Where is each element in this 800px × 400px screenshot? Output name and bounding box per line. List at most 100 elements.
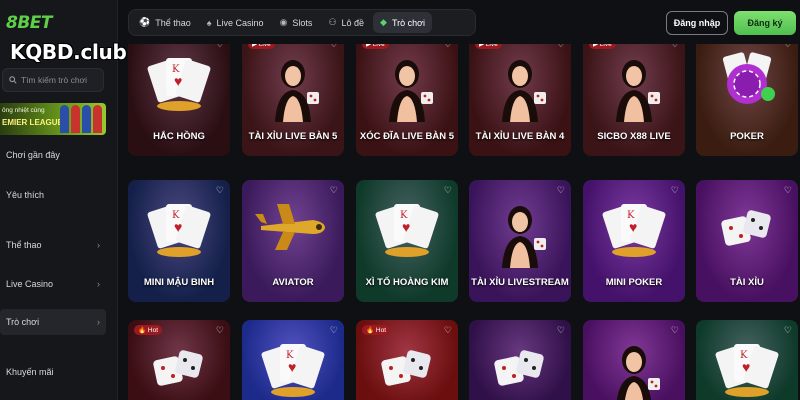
game-card[interactable]: K ♥ ♡ (242, 320, 344, 400)
game-artwork: K ♥ (599, 198, 669, 265)
game-artwork: K ♥ (712, 338, 782, 400)
game-card[interactable]: ♡ POKER (696, 44, 798, 156)
favorite-heart-icon[interactable]: ♡ (784, 44, 792, 50)
game-card[interactable]: K ♥ ♡ MINI MẬU BINH (128, 180, 230, 302)
favorite-heart-icon[interactable]: ♡ (671, 185, 679, 196)
search-input[interactable] (21, 75, 101, 85)
hot-badge: 🔥 Hot (134, 325, 163, 335)
promo-banner[interactable]: ông nhiệt cùng EMIER LEAGUE (0, 103, 106, 135)
tab-label: Live Casino (216, 17, 264, 28)
tab-live-casino[interactable]: ♠ Live Casino (200, 12, 271, 33)
brand-logo[interactable]: 8BET (6, 12, 53, 34)
tab-sports[interactable]: ⚽ Thể thao (132, 12, 198, 33)
sidebar-item-label: Yêu thích (6, 190, 45, 200)
live-badge: ▶ Live (475, 44, 502, 49)
game-title: TÀI XỈU LIVESTREAM (471, 277, 569, 288)
watermark-text: KQBD.club (10, 40, 127, 64)
sidebar-item-sports[interactable]: Thể thao › (0, 232, 106, 258)
logo-text: 8BET (6, 13, 53, 33)
favorite-heart-icon[interactable]: ♡ (671, 44, 679, 50)
game-title: MINI MẬU BINH (143, 277, 215, 288)
tab-lottery[interactable]: ⚇ Lô đề (321, 12, 371, 33)
game-artwork (604, 338, 664, 400)
game-title: XÌ TỐ HOÀNG KIM (365, 277, 449, 288)
favorite-heart-icon[interactable]: ♡ (216, 325, 224, 336)
game-artwork (490, 198, 550, 273)
lottery-icon: ⚇ (328, 17, 337, 27)
sidebar-nav: Chơi gần đây Yêu thích Thể thao › Live C… (0, 140, 106, 385)
svg-text:♥: ♥ (742, 359, 750, 375)
game-card[interactable]: ♡ (469, 320, 571, 400)
search-box[interactable] (2, 68, 104, 92)
favorite-heart-icon[interactable]: ♡ (330, 185, 338, 196)
game-card[interactable]: ▶ Live ♡ TÀI XỈU LIVE BÀN 5 (242, 44, 344, 156)
favorite-heart-icon[interactable]: ♡ (671, 325, 679, 336)
sidebar-item-recent[interactable]: Chơi gần đây (0, 142, 106, 168)
game-card[interactable]: K ♥ ♡ XÌ TỐ HOÀNG KIM (356, 180, 458, 302)
chevron-right-icon: › (97, 279, 100, 289)
game-title: POKER (730, 131, 764, 142)
svg-text:♥: ♥ (174, 219, 182, 235)
game-artwork (490, 52, 550, 127)
favorite-heart-icon[interactable]: ♡ (216, 185, 224, 196)
favorite-heart-icon[interactable]: ♡ (784, 185, 792, 196)
promo-players-image (60, 105, 102, 133)
game-card[interactable]: ♡ (583, 320, 685, 400)
game-card[interactable]: ▶ Live ♡ XÓC ĐĨA LIVE BÀN 5 (356, 44, 458, 156)
game-card[interactable]: ▶ Live ♡ TÀI XỈU LIVE BÀN 4 (469, 44, 571, 156)
favorite-heart-icon[interactable]: ♡ (557, 325, 565, 336)
game-artwork (377, 338, 437, 400)
favorite-heart-icon[interactable]: ♡ (444, 185, 452, 196)
game-card[interactable]: ♡ TÀI XỈU LIVESTREAM (469, 180, 571, 302)
game-card[interactable]: 🔥 Hot ♡ (128, 320, 230, 400)
soccer-icon: ⚽ (139, 17, 151, 27)
login-button[interactable]: Đăng nhập (666, 11, 728, 35)
game-card[interactable]: ▶ Live ♡ SICBO X88 LIVE (583, 44, 685, 156)
game-artwork (149, 338, 209, 400)
favorite-heart-icon[interactable]: ♡ (557, 44, 565, 50)
game-title: TÀI XỈU LIVE BÀN 4 (475, 131, 565, 142)
game-title: MINI POKER (605, 277, 663, 288)
sidebar-item-label: Chơi gần đây (6, 150, 60, 160)
game-card[interactable]: K ♥ ♡ MINI POKER (583, 180, 685, 302)
slots-icon: ◉ (279, 17, 288, 27)
sidebar-item-live-casino[interactable]: Live Casino › (0, 271, 106, 297)
favorite-heart-icon[interactable]: ♡ (444, 325, 452, 336)
sidebar-item-label: Live Casino (6, 279, 54, 289)
gamepad-icon: ◆ (380, 17, 387, 27)
game-card[interactable]: ♡ AVIATOR (242, 180, 344, 302)
game-title: XÓC ĐĨA LIVE BÀN 5 (359, 131, 455, 142)
sidebar-item-games[interactable]: Trò chơi › (0, 309, 106, 335)
game-card[interactable]: K ♥ ♡ HẮC HỒNG (128, 44, 230, 156)
favorite-heart-icon[interactable]: ♡ (216, 44, 224, 50)
tab-label: Lô đề (341, 17, 365, 28)
game-card[interactable]: K ♥ ♡ (696, 320, 798, 400)
game-card[interactable]: ♡ TÀI XỈU (696, 180, 798, 302)
favorite-heart-icon[interactable]: ♡ (330, 44, 338, 50)
favorite-heart-icon[interactable]: ♡ (330, 325, 338, 336)
favorite-heart-icon[interactable]: ♡ (557, 185, 565, 196)
tab-games[interactable]: ◆ Trò chơi (373, 12, 433, 33)
game-title: AVIATOR (272, 277, 314, 288)
game-artwork: K ♥ (144, 198, 214, 265)
sidebar-item-label: Trò chơi (6, 317, 40, 327)
chevron-right-icon: › (97, 240, 100, 250)
live-badge: ▶ Live (589, 44, 616, 49)
svg-text:♥: ♥ (288, 359, 296, 375)
game-title: SICBO X88 LIVE (597, 131, 671, 142)
favorite-heart-icon[interactable]: ♡ (444, 44, 452, 50)
game-title: TÀI XỈU (730, 277, 764, 288)
game-artwork (717, 198, 777, 263)
tab-slots[interactable]: ◉ Slots (273, 12, 320, 33)
game-card[interactable]: 🔥 Hot ♡ (356, 320, 458, 400)
live-badge: ▶ Live (248, 44, 275, 49)
favorite-heart-icon[interactable]: ♡ (784, 325, 792, 336)
register-button[interactable]: Đăng ký (734, 11, 796, 35)
sidebar-item-label: Thể thao (6, 240, 42, 250)
tab-label: Trò chơi (391, 17, 426, 28)
sidebar-item-favorites[interactable]: Yêu thích (0, 182, 106, 208)
tab-label: Slots (292, 17, 313, 28)
sidebar-item-promotions[interactable]: Khuyến mãi (0, 359, 106, 385)
game-artwork (263, 52, 323, 127)
game-title: TÀI XỈU LIVE BÀN 5 (248, 131, 338, 142)
